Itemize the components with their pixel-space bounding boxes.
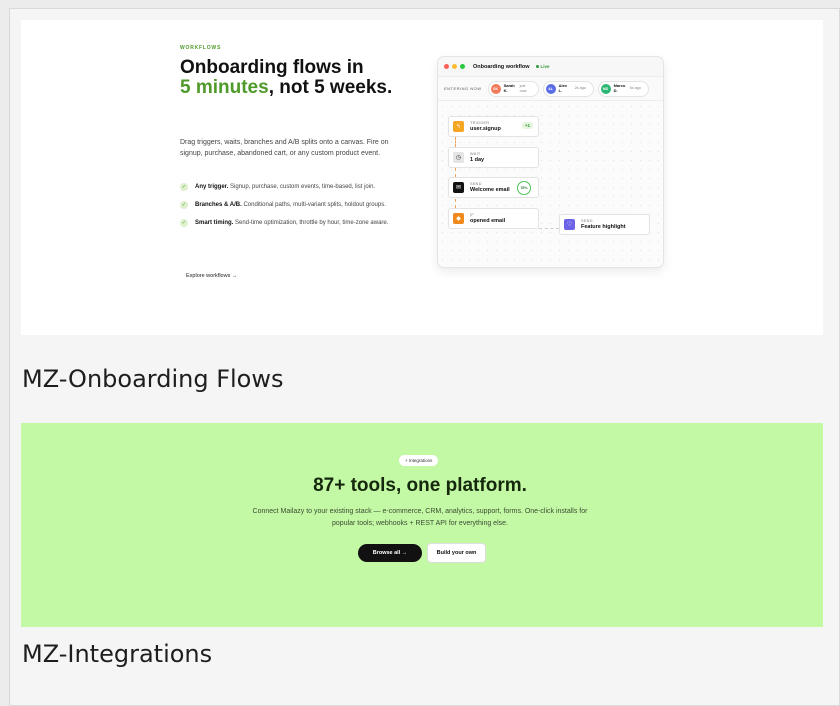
onboarding-preview-card[interactable] <box>21 20 823 335</box>
explore-workflows-link[interactable]: Explore workflows → <box>186 273 237 279</box>
workflow-node-if[interactable]: ◆ IF opened email <box>448 208 539 229</box>
live-badge: Live <box>535 64 550 69</box>
card-caption[interactable]: MZ-Integrations <box>22 640 212 668</box>
check-icon: ✓ <box>180 201 188 209</box>
workflow-node-send[interactable]: ✉ SEND Welcome email 78% <box>448 177 539 198</box>
feature-item: ✓ Branches & A/B. Conditional paths, mul… <box>180 201 386 209</box>
workflow-node-trigger[interactable]: ϟ TRIGGER user.signup +1 <box>448 116 539 137</box>
avatar: MD <box>600 83 611 94</box>
check-icon: ✓ <box>180 219 188 227</box>
flow-connector <box>539 228 559 229</box>
close-dot-icon <box>444 64 449 69</box>
heart-icon: ♡ <box>564 219 575 230</box>
clock-icon: ◷ <box>453 152 464 163</box>
flow-connector <box>455 137 456 147</box>
check-icon: ✓ <box>180 183 188 191</box>
workflow-node-send-feature[interactable]: ♡ SEND Feature highlight <box>559 214 650 235</box>
person-chip: SK Sarah K. just now <box>487 80 539 97</box>
integrations-pill: + Integrations <box>399 455 439 466</box>
flow-connector <box>455 199 456 208</box>
workflow-node-wait[interactable]: ◷ WAIT 1 day <box>448 147 539 168</box>
section-headline: Onboarding flows in 5 minutes, not 5 week… <box>180 57 393 98</box>
card-caption[interactable]: MZ-Onboarding Flows <box>22 365 284 393</box>
count-badge: +1 <box>521 122 533 129</box>
workflow-title: Onboarding workflow <box>473 63 530 70</box>
browse-all-button[interactable]: Browse all → <box>358 544 422 562</box>
mail-icon: ✉ <box>453 182 464 193</box>
feature-item: ✓ Any trigger. Signup, purchase, custom … <box>180 183 376 191</box>
entering-now-bar: ENTERING NOW SK Sarah K. just now AL Ale… <box>438 77 663 101</box>
branch-icon: ◆ <box>453 213 464 224</box>
section-eyebrow: WORKFLOWS <box>180 45 222 51</box>
open-rate-ring: 78% <box>517 181 531 195</box>
flow-connector <box>455 168 456 177</box>
person-chip: AL Alex L. 2s ago <box>542 80 594 97</box>
person-chip: MD Marco D. 5s ago <box>597 80 649 97</box>
feature-item: ✓ Smart timing. Send-time optimization, … <box>180 219 389 227</box>
maximize-dot-icon <box>460 64 465 69</box>
section-description: Drag triggers, waits, branches and A/B s… <box>180 139 389 157</box>
avatar: SK <box>490 83 501 94</box>
build-your-own-button[interactable]: Build your own <box>427 543 486 563</box>
minimize-dot-icon <box>452 64 457 69</box>
avatar: AL <box>545 83 556 94</box>
feature-list: ✓ Any trigger. Signup, purchase, custom … <box>180 182 402 236</box>
integrations-title: 87+ tools, one platform. <box>313 475 527 496</box>
bolt-icon: ϟ <box>453 121 464 132</box>
workflow-header: Onboarding workflow Live <box>438 57 663 77</box>
workflow-canvas: Onboarding workflow Live ENTERING NOW SK… <box>437 56 664 268</box>
integrations-description: Connect Mailazy to your existing stack —… <box>252 508 588 527</box>
